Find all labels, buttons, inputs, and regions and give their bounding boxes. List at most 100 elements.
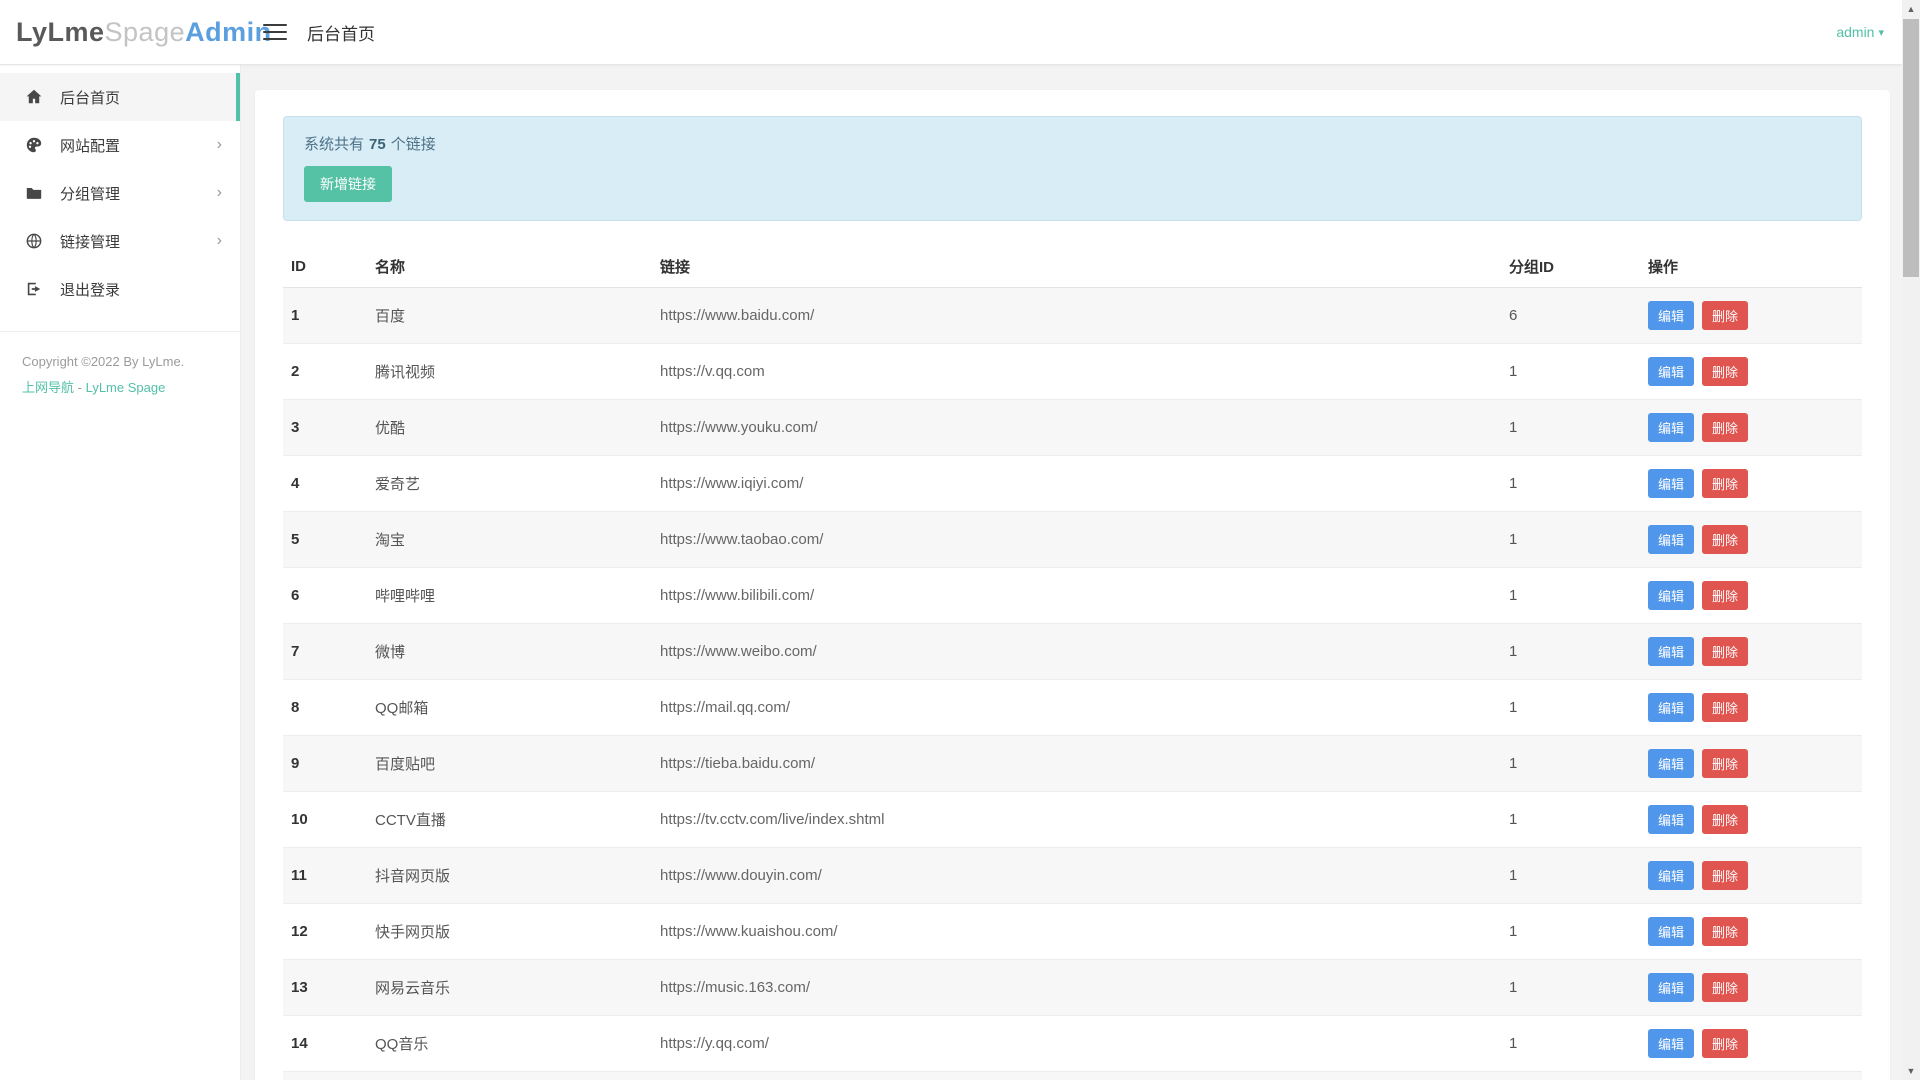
cell-url: https://mail.qq.com/ <box>652 679 1501 736</box>
sidebar-item-home[interactable]: 后台首页 <box>0 73 240 121</box>
cell-group: 1 <box>1501 847 1640 904</box>
table-row: 14 QQ音乐 https://y.qq.com/1 编辑 删除 <box>283 1015 1862 1072</box>
edit-button[interactable]: 编辑 <box>1648 301 1695 330</box>
cell-id: 6 <box>283 567 367 624</box>
cell-group: 1 <box>1501 399 1640 456</box>
cell-name: 腾讯视频 <box>367 343 652 400</box>
cell-url: https://tieba.baidu.com/ <box>652 735 1501 792</box>
cell-name: 酷狗音乐 <box>367 1071 652 1080</box>
table-row: 4 爱奇艺 https://www.iqiyi.com/1 编辑 删除 <box>283 455 1862 512</box>
cell-group: 1 <box>1501 623 1640 680</box>
sidebar-item-link-manage[interactable]: 链接管理 › <box>0 217 240 265</box>
cell-name: CCTV直播 <box>367 791 652 848</box>
link-count: 75 <box>369 136 386 153</box>
cell-actions: 编辑删除 <box>1640 959 1862 1016</box>
header-name: 名称 <box>367 246 652 288</box>
delete-button[interactable]: 删除 <box>1702 917 1749 946</box>
brand-part-lylme: LyLme <box>16 16 105 47</box>
edit-button[interactable]: 编辑 <box>1648 413 1695 442</box>
footer-link-nav[interactable]: 上网导航 <box>22 380 74 395</box>
edit-button[interactable]: 编辑 <box>1648 693 1695 722</box>
cell-name: 优酷 <box>367 399 652 456</box>
chevron-right-icon: › <box>216 232 222 249</box>
delete-button[interactable]: 删除 <box>1702 637 1749 666</box>
user-dropdown[interactable]: admin ▾ <box>1836 24 1884 40</box>
cell-url: https://www.weibo.com/ <box>652 623 1501 680</box>
cell-actions: 编辑删除 <box>1640 679 1862 736</box>
cell-id: 3 <box>283 399 367 456</box>
caret-down-icon: ▾ <box>1878 26 1884 39</box>
delete-button[interactable]: 删除 <box>1702 805 1749 834</box>
cell-actions: 编辑删除 <box>1640 623 1862 680</box>
edit-button[interactable]: 编辑 <box>1648 749 1695 778</box>
menu-toggle-icon[interactable] <box>263 24 287 40</box>
link-count-text: 系统共有 75 个链接 <box>304 133 1841 154</box>
sidebar-item-label: 退出登录 <box>60 281 121 299</box>
edit-button[interactable]: 编辑 <box>1648 1029 1695 1058</box>
cell-actions: 编辑删除 <box>1640 511 1862 568</box>
edit-button[interactable]: 编辑 <box>1648 357 1695 386</box>
delete-button[interactable]: 删除 <box>1702 861 1749 890</box>
edit-button[interactable]: 编辑 <box>1648 525 1695 554</box>
scroll-down-icon[interactable]: ▼ <box>1902 1062 1920 1080</box>
table-row: 11 抖音网页版 https://www.douyin.com/1 编辑 删除 <box>283 847 1862 904</box>
edit-button[interactable]: 编辑 <box>1648 637 1695 666</box>
main-content: 系统共有 75 个链接 新增链接 ID 名称 链接 分组ID 操作 1 百度 https… <box>241 65 1902 1080</box>
delete-button[interactable]: 删除 <box>1702 581 1749 610</box>
home-icon <box>24 87 44 107</box>
delete-button[interactable]: 删除 <box>1702 357 1749 386</box>
delete-button[interactable]: 删除 <box>1702 693 1749 722</box>
cell-id: 9 <box>283 735 367 792</box>
delete-button[interactable]: 删除 <box>1702 525 1749 554</box>
delete-button[interactable]: 删除 <box>1702 973 1749 1002</box>
edit-button[interactable]: 编辑 <box>1648 581 1695 610</box>
cell-group: 1 <box>1501 455 1640 512</box>
cell-name: 淘宝 <box>367 511 652 568</box>
sidebar-item-site-config[interactable]: 网站配置 › <box>0 121 240 169</box>
edit-button[interactable]: 编辑 <box>1648 469 1695 498</box>
cell-group: 1 <box>1501 735 1640 792</box>
cell-url: https://www.baidu.com/ <box>652 287 1501 344</box>
delete-button[interactable]: 删除 <box>1702 301 1749 330</box>
edit-button[interactable]: 编辑 <box>1648 973 1695 1002</box>
brand-logo: LyLmeSpageAdmin <box>0 16 271 48</box>
add-link-button[interactable]: 新增链接 <box>304 166 392 202</box>
brand-part-admin: Admin <box>185 16 272 47</box>
globe-icon <box>24 231 44 251</box>
window-scrollbar[interactable]: ▲ ▼ <box>1902 0 1920 1080</box>
footer-link-spage[interactable]: LyLme Spage <box>86 380 166 395</box>
count-suffix: 个链接 <box>390 136 436 153</box>
sidebar-item-logout[interactable]: 退出登录 <box>0 265 240 313</box>
cell-name: 微博 <box>367 623 652 680</box>
header-id: ID <box>283 246 367 288</box>
table-row: 15酷狗音乐https://www.kugou.com/1编辑删除 <box>283 1071 1862 1080</box>
header-group: 分组ID <box>1501 246 1640 288</box>
cell-group: 1 <box>1501 903 1640 960</box>
edit-button[interactable]: 编辑 <box>1648 805 1695 834</box>
count-prefix: 系统共有 <box>304 136 365 153</box>
sidebar-item-label: 后台首页 <box>60 89 121 107</box>
cell-actions: 编辑删除 <box>1640 735 1862 792</box>
delete-button[interactable]: 删除 <box>1702 413 1749 442</box>
sidebar-footer: Copyright ©2022 By LyLme. 上网导航 - LyLme S… <box>0 332 240 396</box>
chevron-right-icon: › <box>216 136 222 153</box>
sidebar-item-group-manage[interactable]: 分组管理 › <box>0 169 240 217</box>
topbar: LyLmeSpageAdmin 后台首页 admin ▾ <box>0 0 1920 65</box>
cell-actions: 编辑删除 <box>1640 287 1862 344</box>
scroll-up-icon[interactable]: ▲ <box>1902 0 1920 18</box>
delete-button[interactable]: 删除 <box>1702 469 1749 498</box>
edit-button[interactable]: 编辑 <box>1648 917 1695 946</box>
cell-id: 5 <box>283 511 367 568</box>
cell-actions: 编辑删除 <box>1640 399 1862 456</box>
cell-name: QQ音乐 <box>367 1015 652 1072</box>
cell-group: 1 <box>1501 679 1640 736</box>
edit-button[interactable]: 编辑 <box>1648 861 1695 890</box>
delete-button[interactable]: 删除 <box>1702 1029 1749 1058</box>
username: admin <box>1836 24 1875 40</box>
cell-actions: 编辑删除 <box>1640 903 1862 960</box>
cell-url: https://v.qq.com <box>652 343 1501 400</box>
scrollbar-thumb[interactable] <box>1903 19 1919 277</box>
cell-group: 1 <box>1501 791 1640 848</box>
table-row: 3 优酷 https://www.youku.com/1 编辑 删除 <box>283 399 1862 456</box>
delete-button[interactable]: 删除 <box>1702 749 1749 778</box>
